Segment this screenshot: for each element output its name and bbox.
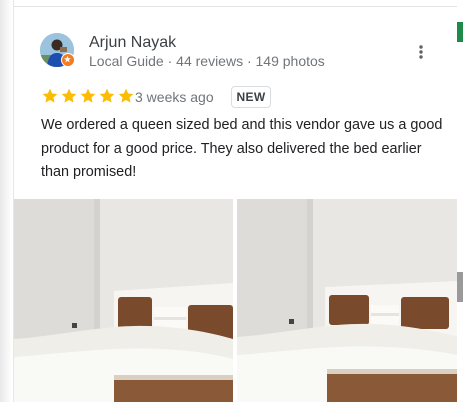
local-guide-badge-icon: [61, 53, 75, 67]
author-name[interactable]: Arjun Nayak: [89, 34, 176, 52]
star-rating: [41, 87, 135, 107]
star-icon: [80, 88, 96, 103]
more-vert-icon: [419, 45, 423, 59]
bed-photo-icon: [14, 199, 233, 402]
review-time: 3 weeks ago: [135, 89, 214, 105]
scrollbar-marker: [457, 22, 463, 42]
divider: [14, 6, 458, 7]
review-text: We ordered a queen sized bed and this ve…: [41, 117, 443, 180]
author-meta[interactable]: Local Guide · 44 reviews · 149 photos: [89, 53, 325, 69]
panel-shadow: [0, 0, 12, 402]
more-options-button[interactable]: [409, 40, 433, 64]
star-icon: [99, 88, 115, 103]
new-badge: NEW: [231, 86, 271, 108]
star-icon: [118, 88, 134, 103]
review-card: Arjun Nayak Local Guide · 44 reviews · 1…: [13, 0, 459, 402]
star-icon: [61, 88, 77, 103]
bed-photo-icon: [237, 199, 458, 402]
scrollbar[interactable]: [457, 0, 463, 402]
review-panel: Arjun Nayak Local Guide · 44 reviews · 1…: [0, 0, 463, 402]
star-icon: [42, 88, 58, 103]
scrollbar-thumb[interactable]: [457, 272, 463, 302]
review-photo-2[interactable]: [237, 199, 458, 402]
review-photo-1[interactable]: [14, 199, 233, 402]
